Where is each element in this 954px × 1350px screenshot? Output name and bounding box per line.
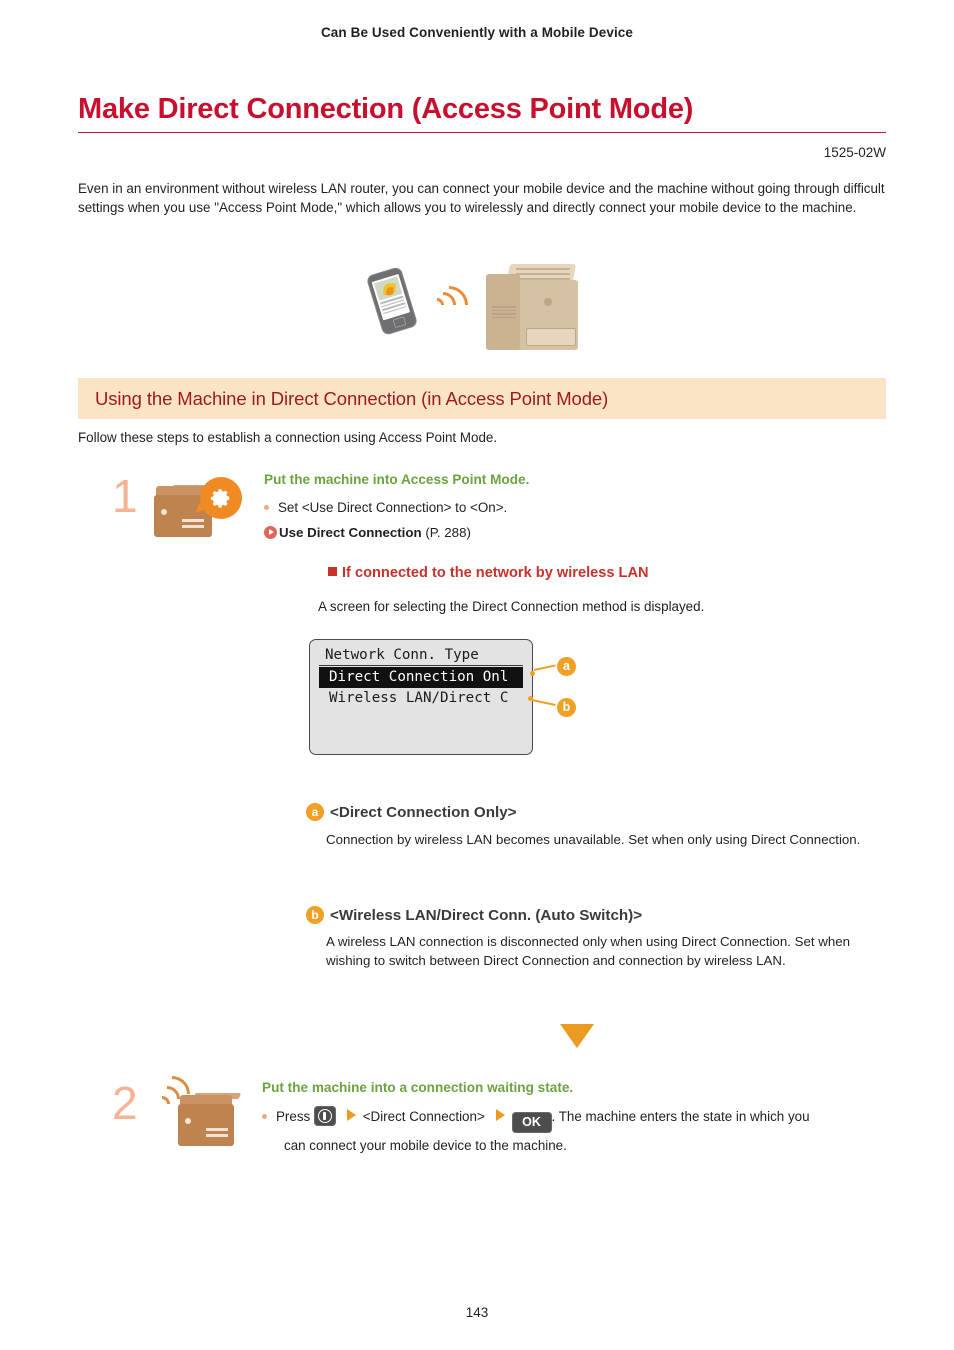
bullet-dot [264, 504, 269, 510]
phone-home-button [392, 316, 407, 329]
phone-screen [371, 273, 411, 321]
section-intro-text: Follow these steps to establish a connec… [78, 430, 498, 445]
step-1-bullet: Set <Use Direct Connection> to <On>. [264, 498, 824, 518]
lcd-screen-mock: Network Conn. Type Direct Connection Onl… [309, 639, 533, 755]
printer-wireless-icon [146, 1068, 244, 1148]
bullet-dot [262, 1113, 267, 1119]
subsection-heading-text: If connected to the network by wireless … [342, 565, 649, 581]
step-2-bullet-continued: can connect your mobile device to the ma… [284, 1138, 567, 1153]
flower-icon [383, 282, 396, 296]
intro-paragraph: Even in an environment without wireless … [78, 181, 885, 216]
callout-badge-b: b [557, 698, 576, 717]
callout-a-body: Connection by wireless LAN becomes unava… [326, 832, 861, 847]
down-triangle-icon [560, 1024, 594, 1048]
wireless-waves-icon [422, 276, 476, 332]
square-bullet-icon [328, 567, 337, 576]
menu-item-label: <Direct Connection> [362, 1109, 485, 1124]
lcd-row-selected[interactable]: Direct Connection Onl [319, 667, 523, 688]
step-2-bullet: Press <Direct Connection> OK. The machin… [262, 1106, 882, 1133]
printer-settings-icon [152, 477, 242, 539]
callout-a-badge: a [306, 803, 324, 821]
page-number: 143 [465, 1305, 489, 1320]
subsection-body: A screen for selecting the Direct Connec… [318, 599, 705, 614]
cross-reference-label: Use Direct Connection [279, 525, 422, 540]
step-2-heading: Put the machine into a connection waitin… [262, 1080, 574, 1095]
callout-b-heading: b <Wireless LAN/Direct Conn. (Auto Switch… [306, 906, 642, 924]
step-1-heading: Put the machine into Access Point Mode. [264, 472, 530, 487]
page-title: Make Direct Connection (Access Point Mod… [78, 93, 694, 125]
printer-icon [482, 258, 586, 354]
step-2-tail-text: . The machine enters the state in which … [551, 1109, 810, 1124]
leader-line-b [531, 699, 556, 706]
document-code: 1525-02W [823, 145, 886, 160]
document-page: Can Be Used Conveniently with a Mobile D… [0, 0, 954, 1350]
page-title-block: Make Direct Connection (Access Point Mod… [78, 92, 886, 134]
section-header-band: Using the Machine in Direct Connection (… [78, 378, 886, 419]
title-divider [78, 132, 886, 134]
callout-b-body: A wireless LAN connection is disconnecte… [326, 934, 851, 968]
running-header: Can Be Used Conveniently with a Mobile D… [320, 25, 634, 40]
callout-b-badge: b [306, 906, 324, 924]
leader-line-a [533, 664, 556, 671]
callout-badge-a: a [557, 657, 576, 676]
cross-reference-link[interactable]: Use Direct Connection (P. 288) [264, 525, 471, 540]
arrow-separator-icon [495, 1109, 505, 1121]
lcd-row[interactable]: Wireless LAN/Direct C [319, 688, 523, 709]
section-header-title: Using the Machine in Direct Connection (… [95, 387, 609, 409]
ok-key-icon[interactable]: OK [511, 1112, 552, 1133]
callout-a-heading-text: <Direct Connection Only> [330, 804, 517, 821]
subsection-heading: If connected to the network by wireless … [328, 565, 649, 581]
cross-reference-page: (P. 288) [425, 525, 471, 540]
hero-illustration [0, 252, 954, 362]
step-1-bullet-text: Set <Use Direct Connection> to <On>. [278, 500, 508, 515]
arrow-separator-icon [346, 1109, 356, 1121]
callout-b-heading-text: <Wireless LAN/Direct Conn. (Auto Switch)… [330, 907, 643, 924]
step-1-number: 1 [112, 470, 138, 522]
mobile-portal-key-icon[interactable] [313, 1106, 336, 1126]
callout-a-heading: a <Direct Connection Only> [306, 803, 517, 821]
press-label: Press [276, 1109, 311, 1124]
step-2-number: 2 [112, 1077, 138, 1129]
play-arrow-icon [264, 526, 277, 539]
leader-dot-a [530, 671, 535, 676]
lcd-title: Network Conn. Type [319, 647, 523, 666]
gear-badge [200, 477, 242, 519]
gear-icon [210, 489, 230, 508]
mobile-phone-icon [365, 266, 419, 336]
